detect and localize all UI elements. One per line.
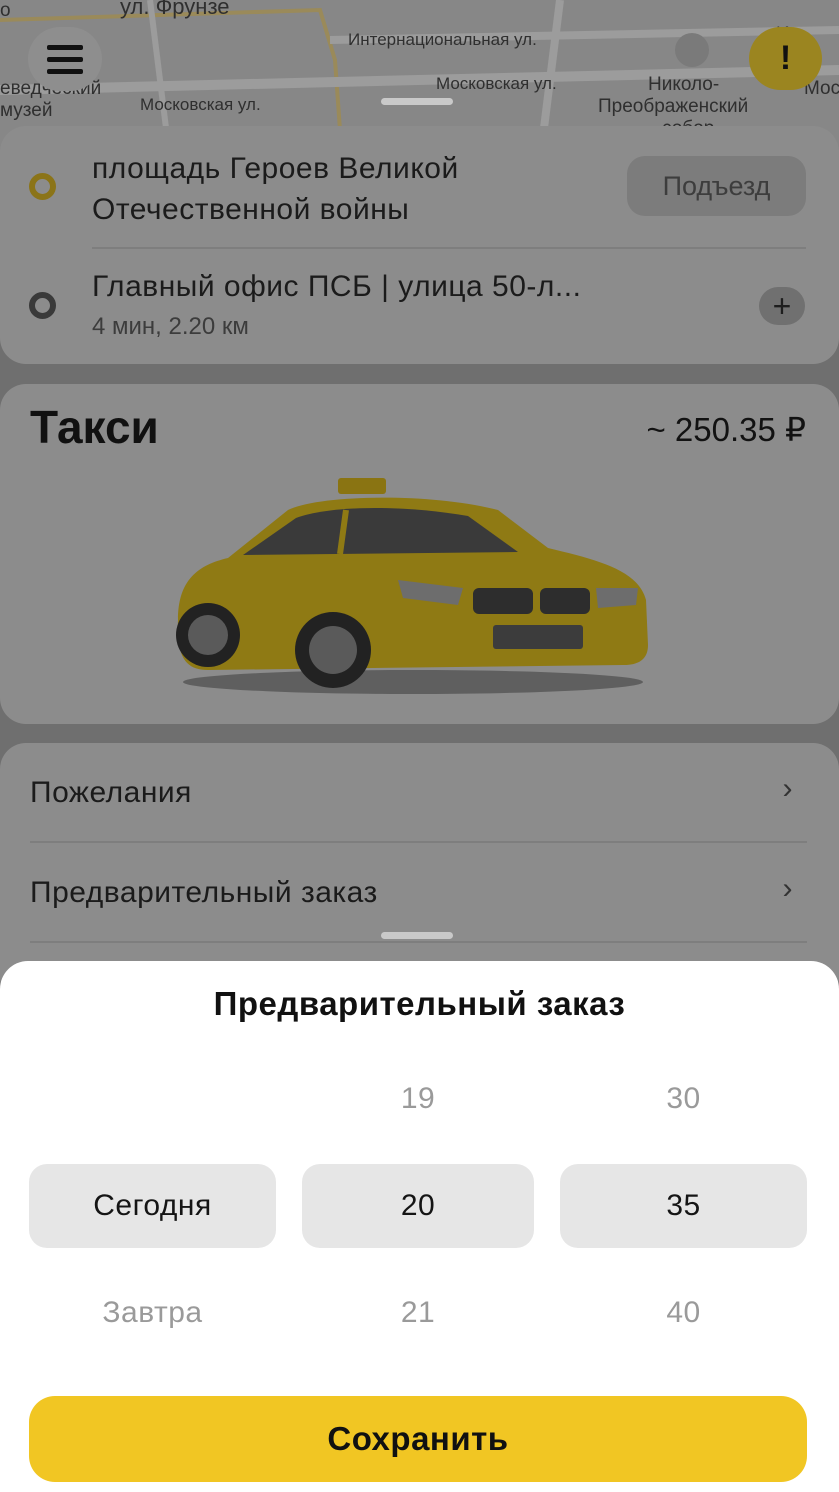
option-label: Предварительный заказ [30,876,378,909]
option-divider [30,841,807,843]
exclamation-icon: ! [779,39,792,77]
sheet-drag-handle[interactable] [381,932,453,939]
map-street-label: Интернациональная ул. [348,30,537,49]
destination-address[interactable]: Главный офис ПСБ | улица 50-л... [92,270,581,304]
day-picker-next[interactable]: Завтра [29,1296,276,1330]
panel-drag-handle[interactable] [381,98,453,105]
origin-point-icon [29,173,56,200]
chevron-right-icon: › [782,872,793,905]
plus-icon: + [772,288,792,324]
option-divider [30,941,807,943]
hour-picker-prev[interactable]: 19 [302,1082,534,1116]
tariff-name: Такси [30,401,159,453]
route-divider [92,247,806,249]
map-street-label: Московская ул. [436,74,557,93]
save-button[interactable]: Сохранить [29,1396,807,1482]
menu-button[interactable] [28,27,102,91]
add-stop-button[interactable]: + [759,287,805,325]
map-street-label: Московская ул. [140,95,261,114]
day-picker-selected[interactable]: Сегодня [29,1164,276,1248]
entrance-button[interactable]: Подъезд [627,156,806,216]
option-preorder[interactable]: Предварительный заказ › [30,872,807,910]
minute-picker-selected[interactable]: 35 [560,1164,807,1248]
route-duration-distance: 4 мин, 2.20 км [92,313,249,340]
map-poi-label: Преображенский [598,96,749,117]
origin-address[interactable]: площадь Героев Великой Отечественной вой… [92,148,612,230]
map-street-label: о [0,0,11,21]
destination-point-icon [29,292,56,319]
alert-button[interactable]: ! [749,27,822,90]
map-street-label: ул. Фрунзе [120,0,230,19]
option-label: Пожелания [30,776,192,809]
tariff-price: ~ 250.35 ₽ [646,411,806,448]
map-poi-label: музей [0,100,53,121]
hour-picker-next[interactable]: 21 [302,1296,534,1330]
map-poi-label: Николо- [648,74,720,95]
sheet-title: Предварительный заказ [213,985,626,1022]
option-wishes[interactable]: Пожелания › [30,772,807,810]
hour-picker-selected[interactable]: 20 [302,1164,534,1248]
minute-picker-prev[interactable]: 30 [560,1082,807,1116]
minute-picker-next[interactable]: 40 [560,1296,807,1330]
chevron-right-icon: › [782,772,793,805]
taxi-car-icon [176,478,648,694]
